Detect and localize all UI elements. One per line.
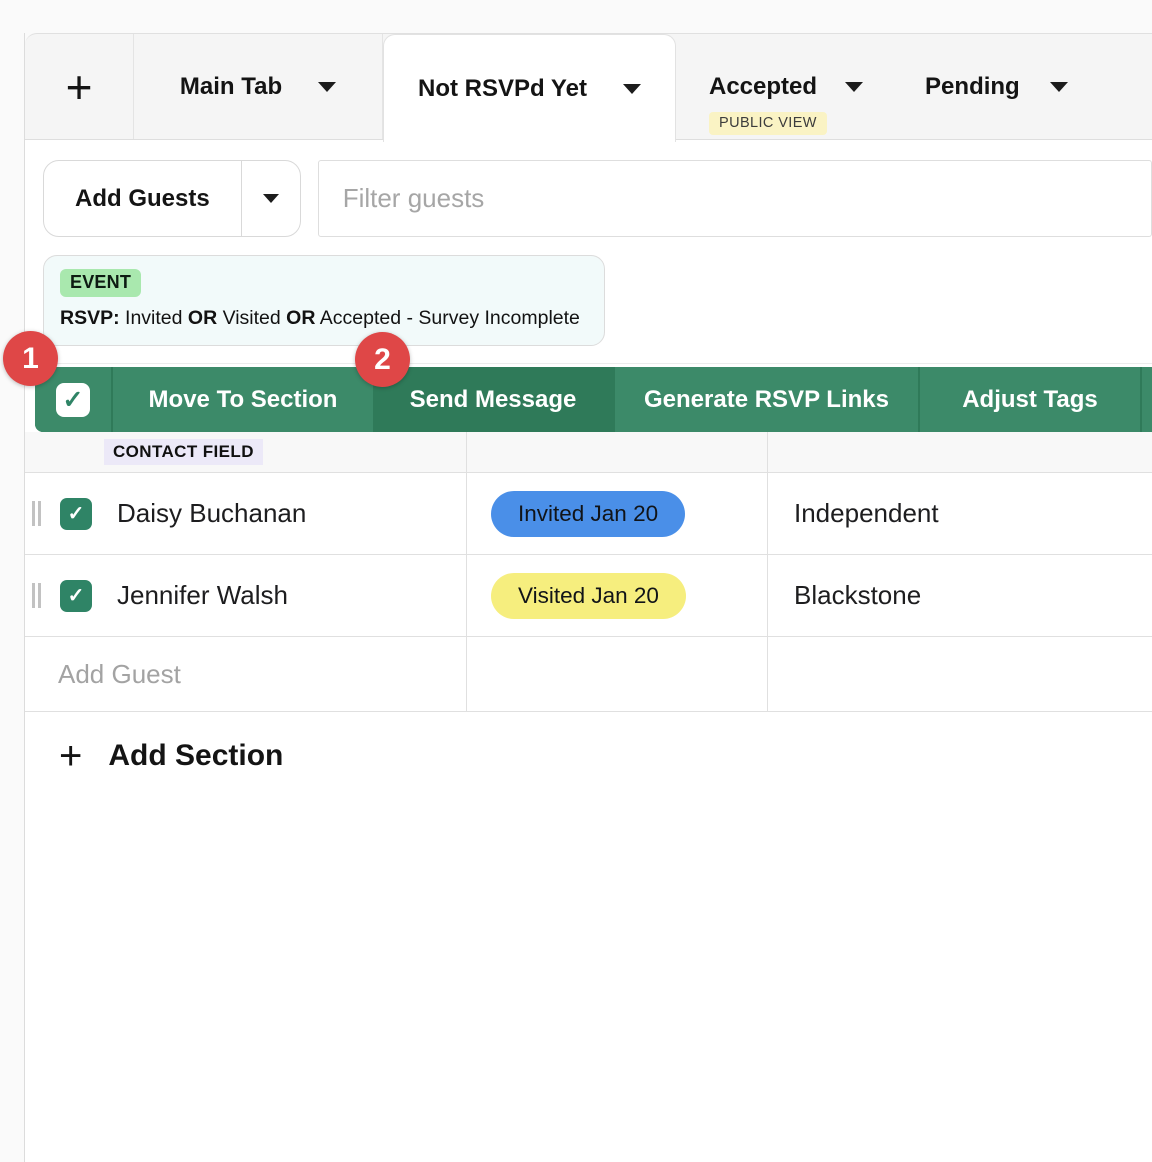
filter-rule: RSVP: Invited OR Visited OR Accepted - S… xyxy=(60,307,588,330)
tab-label: Not RSVPd Yet xyxy=(418,75,587,103)
tab-bar: + Main Tab Not RSVPd Yet Accepted PUBLIC… xyxy=(25,33,1152,140)
active-filter-box[interactable]: EVENT RSVP: Invited OR Visited OR Accept… xyxy=(43,255,605,346)
annotation-marker-1: 1 xyxy=(3,331,58,386)
row-checkbox[interactable]: ✓ xyxy=(60,498,92,530)
drag-handle-icon[interactable] xyxy=(32,583,41,608)
add-guests-dropdown-button[interactable] xyxy=(241,161,300,236)
rsvp-status-pill[interactable]: Invited Jan 20 xyxy=(491,491,685,537)
generate-rsvp-links-button[interactable]: Generate RSVP Links xyxy=(615,367,918,432)
tab-not-rsvpd-yet[interactable]: Not RSVPd Yet xyxy=(383,34,676,142)
guest-list-panel: + Main Tab Not RSVPd Yet Accepted PUBLIC… xyxy=(24,33,1152,1162)
add-guests-split-button[interactable]: Add Guests xyxy=(43,160,301,237)
rsvp-status-cell: Invited Jan 20 xyxy=(466,473,767,554)
contact-field-cell[interactable]: Blackstone xyxy=(767,555,1152,636)
checkmark-icon: ✓ xyxy=(68,583,85,608)
event-filter-badge: EVENT xyxy=(60,269,141,297)
tab-content: Add Guests EVENT RSVP: Invited OR Visite… xyxy=(25,140,1152,1162)
plus-icon: + xyxy=(59,736,82,776)
chevron-down-icon[interactable] xyxy=(1050,82,1068,92)
tab-main-tab[interactable]: Main Tab xyxy=(134,34,383,139)
tab-accepted[interactable]: Accepted PUBLIC VIEW xyxy=(676,34,863,139)
rsvp-status-pill[interactable]: Visited Jan 20 xyxy=(491,573,686,619)
rsvp-status-cell: Visited Jan 20 xyxy=(466,555,767,636)
marker-number: 2 xyxy=(374,343,391,377)
add-guests-button[interactable]: Add Guests xyxy=(44,161,241,236)
guest-name-cell[interactable]: ✓ Jennifer Walsh xyxy=(25,555,466,636)
guest-controls-row: Add Guests xyxy=(25,140,1152,237)
guest-table: CONTACT FIELD ✓ Daisy Buchanan Invited J… xyxy=(25,432,1152,712)
guest-name: Jennifer Walsh xyxy=(117,580,288,611)
column-divider xyxy=(466,432,467,712)
contact-field-column-header[interactable]: CONTACT FIELD xyxy=(104,439,263,465)
new-tab-button[interactable]: + xyxy=(25,34,134,139)
bulk-toolbar-section: ✓ Move To Section Send Message Generate … xyxy=(25,363,1152,432)
filter-guests-input[interactable] xyxy=(318,160,1152,237)
guest-name: Daisy Buchanan xyxy=(117,498,306,529)
select-all-checkbox[interactable]: ✓ xyxy=(56,383,90,417)
tab-label: Main Tab xyxy=(180,73,282,101)
table-row: ✓ Daisy Buchanan Invited Jan 20 Independ… xyxy=(25,473,1152,555)
send-message-button[interactable]: Send Message xyxy=(373,367,613,432)
tab-label: Pending xyxy=(925,73,1020,101)
checkmark-icon: ✓ xyxy=(63,385,84,415)
public-view-badge: PUBLIC VIEW xyxy=(709,112,827,135)
chevron-down-icon[interactable] xyxy=(318,82,336,92)
toolbar-overflow-button[interactable] xyxy=(1142,367,1152,432)
add-section-button[interactable]: + Add Section xyxy=(25,730,1152,782)
table-header-row: CONTACT FIELD xyxy=(25,432,1152,473)
checkmark-icon: ✓ xyxy=(68,501,85,526)
tab-pending[interactable]: Pending xyxy=(863,34,1068,139)
column-divider xyxy=(767,432,768,712)
chevron-down-icon[interactable] xyxy=(623,84,641,94)
row-checkbox[interactable]: ✓ xyxy=(60,580,92,612)
move-to-section-button[interactable]: Move To Section xyxy=(113,367,373,432)
add-section-label: Add Section xyxy=(108,739,283,773)
contact-field-cell[interactable]: Independent xyxy=(767,473,1152,554)
chevron-down-icon xyxy=(263,194,279,203)
tab-label: Accepted xyxy=(709,73,817,101)
adjust-tags-button[interactable]: Adjust Tags xyxy=(920,367,1140,432)
add-guest-row[interactable]: Add Guest xyxy=(25,637,1152,712)
add-guest-placeholder: Add Guest xyxy=(58,659,181,690)
drag-handle-icon[interactable] xyxy=(32,501,41,526)
annotation-marker-2: 2 xyxy=(355,332,410,387)
marker-number: 1 xyxy=(22,342,39,376)
plus-icon: + xyxy=(66,64,93,110)
chevron-down-icon[interactable] xyxy=(845,82,863,92)
table-row: ✓ Jennifer Walsh Visited Jan 20 Blacksto… xyxy=(25,555,1152,637)
guest-name-cell[interactable]: ✓ Daisy Buchanan xyxy=(25,473,466,554)
bulk-action-toolbar: ✓ Move To Section Send Message Generate … xyxy=(35,367,1152,432)
